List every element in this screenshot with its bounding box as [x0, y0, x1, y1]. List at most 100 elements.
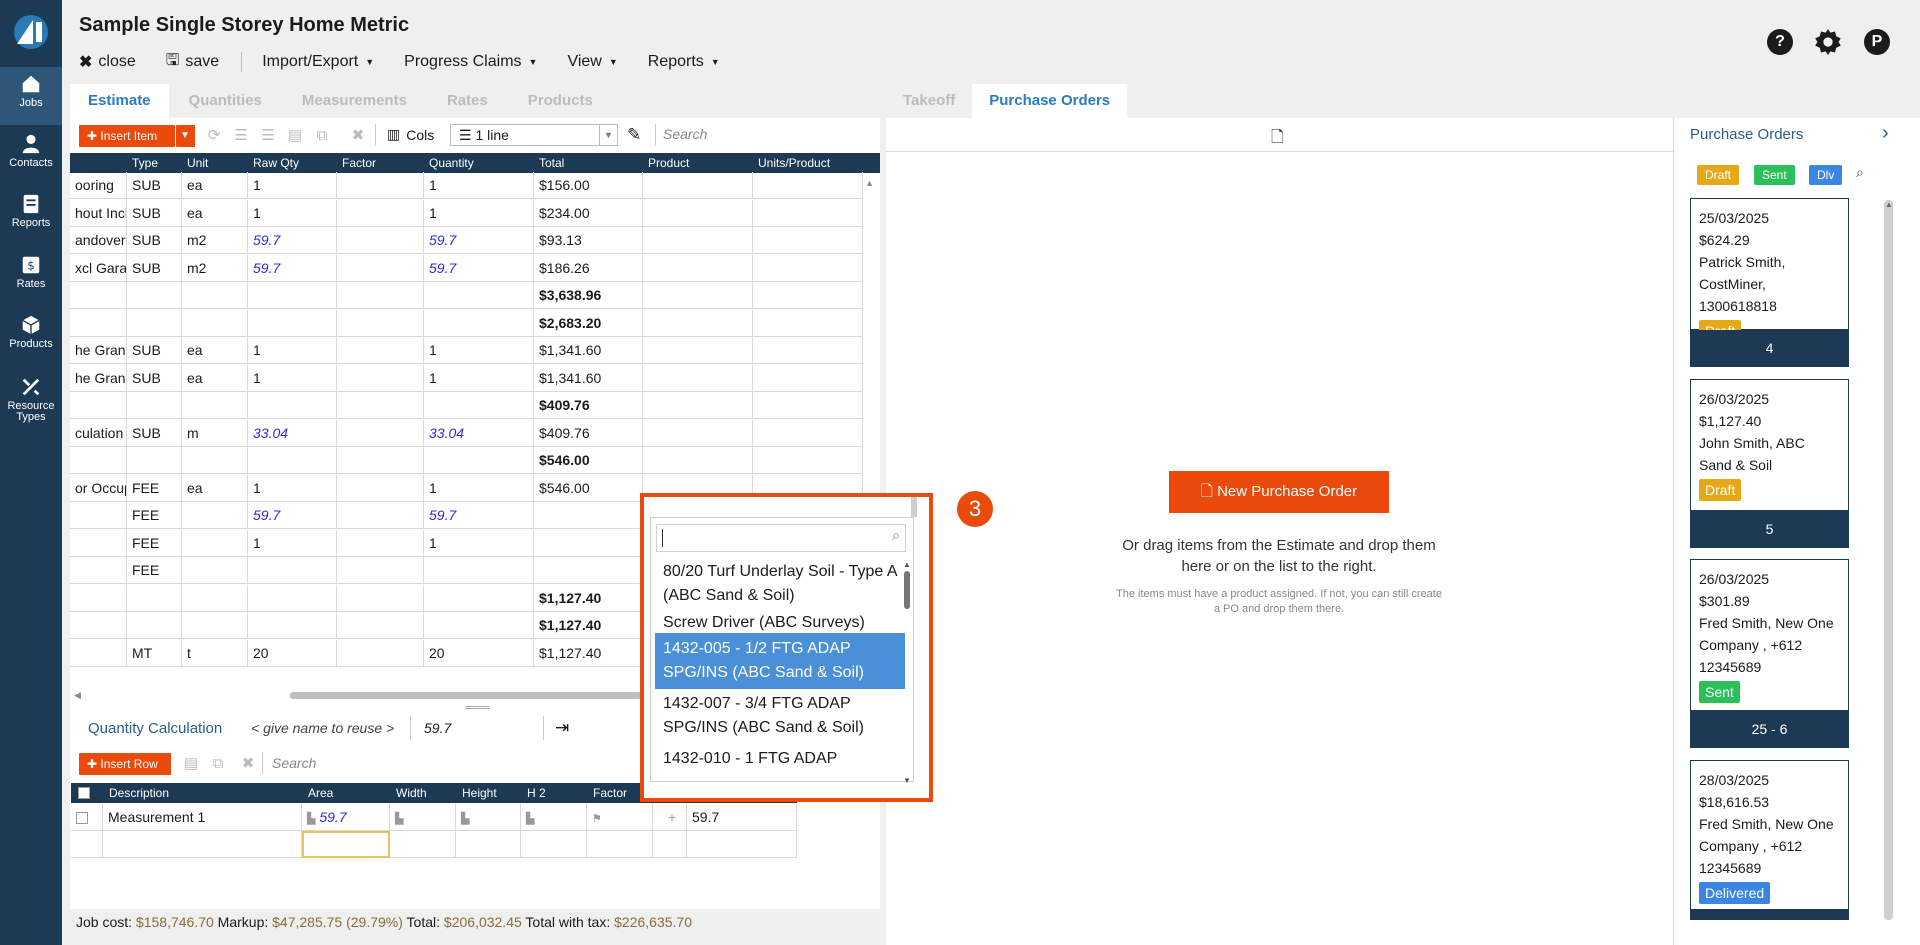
refresh-icon[interactable]: ⟳: [205, 127, 223, 145]
grid-cell[interactable]: 1: [248, 199, 337, 227]
horizontal-scrollbar[interactable]: [290, 692, 650, 699]
grid-cell[interactable]: $546.00: [534, 447, 643, 474]
grid-cell[interactable]: $3,638.96: [534, 282, 643, 309]
grid-cell[interactable]: [127, 282, 182, 309]
lines-select[interactable]: ☰ 1 line ▼: [450, 124, 618, 146]
grid-cell[interactable]: he Granr: [70, 364, 127, 392]
grid-cell[interactable]: [337, 419, 424, 447]
settings-button[interactable]: [1814, 28, 1842, 56]
grid-cell[interactable]: 20: [248, 639, 337, 667]
grid-cell[interactable]: [127, 584, 182, 612]
search-icon[interactable]: ⌕: [1856, 164, 1864, 181]
grid-cell[interactable]: 1: [424, 337, 534, 364]
grid-cell[interactable]: FEE: [127, 474, 182, 502]
qc-cell[interactable]: ⚑: [587, 804, 653, 831]
dropdown-scrollbar[interactable]: ▲ ▼: [903, 560, 911, 785]
grid-cell[interactable]: 1: [248, 474, 337, 502]
grid-cell[interactable]: SUB: [127, 364, 182, 392]
qc-cell[interactable]: ▙ 59.7: [302, 804, 390, 831]
grid-cell[interactable]: [127, 612, 182, 639]
grid-cell[interactable]: SUB: [127, 172, 182, 199]
save-button[interactable]: 🖫 save: [166, 49, 219, 76]
grid-cell[interactable]: [753, 172, 863, 199]
grid-header-cell[interactable]: Product: [648, 153, 689, 173]
grid-cell[interactable]: [70, 639, 127, 667]
grid-cell[interactable]: [182, 447, 248, 474]
grid-cell[interactable]: [337, 612, 424, 639]
grid-cell[interactable]: $1,127.40: [534, 639, 643, 667]
grid-cell[interactable]: [643, 227, 753, 254]
grid-cell[interactable]: xcl Garag: [70, 254, 127, 282]
grid-cell[interactable]: [248, 557, 337, 584]
grid-cell[interactable]: [337, 474, 424, 502]
grid-cell[interactable]: [753, 282, 863, 309]
grid-cell[interactable]: $93.13: [534, 227, 643, 254]
grid-header-cell[interactable]: Factor: [342, 153, 376, 173]
grid-cell[interactable]: SUB: [127, 254, 182, 282]
grid-cell[interactable]: [424, 392, 534, 419]
grid-cell[interactable]: SUB: [127, 227, 182, 254]
qc-cell[interactable]: [71, 804, 103, 831]
grid-cell[interactable]: 33.04: [424, 419, 534, 447]
qc-cell[interactable]: ▙: [456, 804, 521, 831]
qc-header-cell[interactable]: Height: [462, 783, 497, 803]
estimate-search-input[interactable]: Search: [663, 126, 707, 142]
grid-cell[interactable]: [70, 447, 127, 474]
calc-value-input[interactable]: 59.7: [424, 720, 451, 736]
product-option[interactable]: 1432-010 - 1 FTG ADAP: [655, 743, 905, 783]
nav-products[interactable]: Products: [0, 308, 62, 366]
scroll-left-icon[interactable]: ◀: [74, 690, 81, 701]
qc-cell[interactable]: Measurement 1: [103, 804, 302, 831]
qc-header-cell[interactable]: Factor: [593, 783, 627, 803]
copy-icon[interactable]: ⧉: [313, 127, 331, 145]
scroll-thumb[interactable]: [904, 571, 910, 609]
grid-cell[interactable]: SUB: [127, 337, 182, 364]
tab-rates[interactable]: Rates: [427, 84, 508, 118]
grid-cell[interactable]: [127, 309, 182, 337]
qc-cell[interactable]: [302, 831, 390, 858]
grid-cell[interactable]: MT: [127, 639, 182, 667]
grid-cell[interactable]: [753, 392, 863, 419]
grid-cell[interactable]: [337, 254, 424, 282]
grid-cell[interactable]: [337, 199, 424, 227]
grid-cell[interactable]: m: [182, 419, 248, 447]
grid-cell[interactable]: [70, 392, 127, 419]
grid-cell[interactable]: [753, 309, 863, 337]
qc-cell[interactable]: [390, 831, 456, 858]
grid-cell[interactable]: [643, 447, 753, 474]
grid-cell[interactable]: [248, 309, 337, 337]
grid-cell[interactable]: [337, 282, 424, 309]
grid-cell[interactable]: 1: [424, 199, 534, 227]
grid-cell[interactable]: SUB: [127, 419, 182, 447]
grid-cell[interactable]: [643, 282, 753, 309]
insert-item-button[interactable]: ✚ Insert Item: [79, 125, 175, 147]
grid-header-cell[interactable]: Unit: [187, 153, 208, 173]
grid-cell[interactable]: $409.76: [534, 419, 643, 447]
grid-cell[interactable]: [70, 309, 127, 337]
nav-resource-types[interactable]: Resource Types: [0, 370, 62, 434]
grid-cell[interactable]: ooring: [70, 172, 127, 199]
grid-cell[interactable]: [70, 502, 127, 529]
grid-cell[interactable]: culation: [70, 419, 127, 447]
qc-cell[interactable]: [103, 831, 302, 858]
grid-cell[interactable]: 1: [248, 364, 337, 392]
qc-cell[interactable]: 59.7: [687, 804, 797, 831]
filter-sent-button[interactable]: Sent: [1754, 165, 1795, 185]
grid-cell[interactable]: [643, 337, 753, 364]
grid-cell[interactable]: 1: [248, 337, 337, 364]
grid-cell[interactable]: m2: [182, 227, 248, 254]
grid-cell[interactable]: [182, 612, 248, 639]
grid-header-cell[interactable]: Raw Qty: [253, 153, 299, 173]
filter-delivered-button[interactable]: Dlv: [1809, 165, 1843, 185]
grid-cell[interactable]: [643, 199, 753, 227]
qc-cell[interactable]: [687, 831, 797, 858]
grid-cell[interactable]: 1: [424, 172, 534, 199]
delete-icon[interactable]: ✖: [239, 755, 257, 773]
grid-cell[interactable]: ea: [182, 337, 248, 364]
grid-header-cell[interactable]: Units/Product: [758, 153, 830, 173]
grid-cell[interactable]: [248, 282, 337, 309]
grid-cell[interactable]: [643, 419, 753, 447]
grid-cell[interactable]: $409.76: [534, 392, 643, 419]
grid-cell[interactable]: [127, 392, 182, 419]
grid-cell[interactable]: $2,683.20: [534, 309, 643, 337]
